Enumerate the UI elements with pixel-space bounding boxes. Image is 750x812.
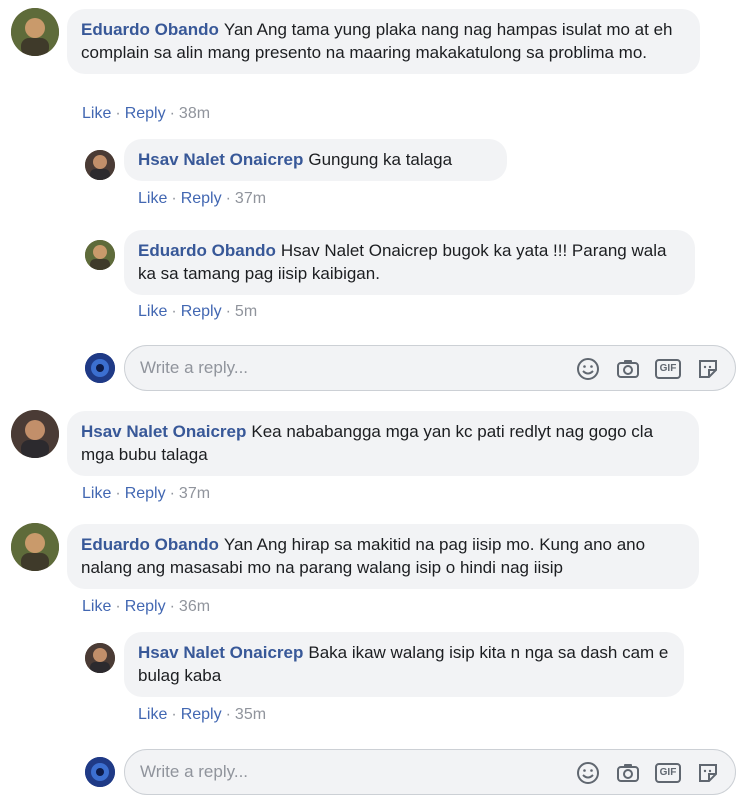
- reply-placeholder: Write a reply...: [140, 762, 249, 781]
- avatar[interactable]: [11, 8, 59, 56]
- avatar[interactable]: [11, 410, 59, 458]
- like-link[interactable]: Like: [138, 303, 167, 320]
- emoji-icon[interactable]: [575, 760, 601, 786]
- reply-text: Gungung ka talaga: [308, 150, 453, 169]
- sticker-icon[interactable]: [695, 760, 721, 786]
- comment-bubble: Eduardo Obando Yan Ang hirap sa makitid n…: [67, 524, 699, 589]
- reply-link[interactable]: Reply: [181, 706, 222, 723]
- reply-actions: Like · Reply · 37m: [138, 190, 267, 207]
- camera-icon[interactable]: [615, 356, 641, 382]
- reply-time[interactable]: 37m: [235, 190, 266, 207]
- reply-link[interactable]: Reply: [125, 105, 166, 122]
- reply-time[interactable]: 35m: [235, 706, 266, 723]
- sticker-icon[interactable]: [695, 356, 721, 382]
- comment-author[interactable]: Eduardo Obando: [81, 20, 219, 39]
- like-link[interactable]: Like: [138, 706, 167, 723]
- comment-time[interactable]: 36m: [179, 598, 210, 615]
- comment-actions: Like · Reply · 37m: [82, 485, 211, 502]
- reply-author[interactable]: Eduardo Obando: [138, 241, 276, 260]
- reply-link[interactable]: Reply: [181, 303, 222, 320]
- comment-bubble: Eduardo Obando Yan Ang tama yung plaka na…: [67, 9, 700, 74]
- emoji-icon[interactable]: [575, 356, 601, 382]
- like-link[interactable]: Like: [82, 598, 111, 615]
- comment-actions: Like · Reply · 36m: [82, 598, 211, 615]
- reply-link[interactable]: Reply: [125, 598, 166, 615]
- reply-author[interactable]: Hsav Nalet Onaicrep: [138, 643, 303, 662]
- avatar[interactable]: [85, 240, 115, 270]
- reply-input[interactable]: Write a reply... GIF: [124, 749, 736, 795]
- reply-time[interactable]: 5m: [235, 303, 257, 320]
- reply-link[interactable]: Reply: [125, 485, 166, 502]
- gif-icon[interactable]: GIF: [655, 359, 681, 379]
- gif-icon[interactable]: GIF: [655, 763, 681, 783]
- camera-icon[interactable]: [615, 760, 641, 786]
- reply-bubble: Eduardo Obando Hsav Nalet Onaicrep bugok …: [124, 230, 695, 295]
- comment-time[interactable]: 37m: [179, 485, 210, 502]
- comment-author[interactable]: Eduardo Obando: [81, 535, 219, 554]
- comment-time[interactable]: 38m: [179, 105, 210, 122]
- current-user-avatar: [85, 757, 115, 787]
- like-link[interactable]: Like: [138, 190, 167, 207]
- like-link[interactable]: Like: [82, 485, 111, 502]
- current-user-avatar: [85, 353, 115, 383]
- reply-link[interactable]: Reply: [181, 190, 222, 207]
- reply-input[interactable]: Write a reply... GIF: [124, 345, 736, 391]
- avatar[interactable]: [85, 643, 115, 673]
- comment-bubble: Hsav Nalet Onaicrep Kea nababangga mga ya…: [67, 411, 699, 476]
- reply-actions: Like · Reply · 5m: [138, 303, 258, 320]
- like-link[interactable]: Like: [82, 105, 111, 122]
- reply-placeholder: Write a reply...: [140, 358, 249, 377]
- comment-actions: Like · Reply · 38m: [82, 105, 211, 122]
- reply-bubble: Hsav Nalet Onaicrep Baka ikaw walang isip…: [124, 632, 684, 697]
- reply-actions: Like · Reply · 35m: [138, 706, 267, 723]
- reply-author[interactable]: Hsav Nalet Onaicrep: [138, 150, 303, 169]
- comment-author[interactable]: Hsav Nalet Onaicrep: [81, 422, 246, 441]
- avatar[interactable]: [85, 150, 115, 180]
- reply-bubble: Hsav Nalet Onaicrep Gungung ka talaga: [124, 139, 507, 181]
- avatar[interactable]: [11, 523, 59, 571]
